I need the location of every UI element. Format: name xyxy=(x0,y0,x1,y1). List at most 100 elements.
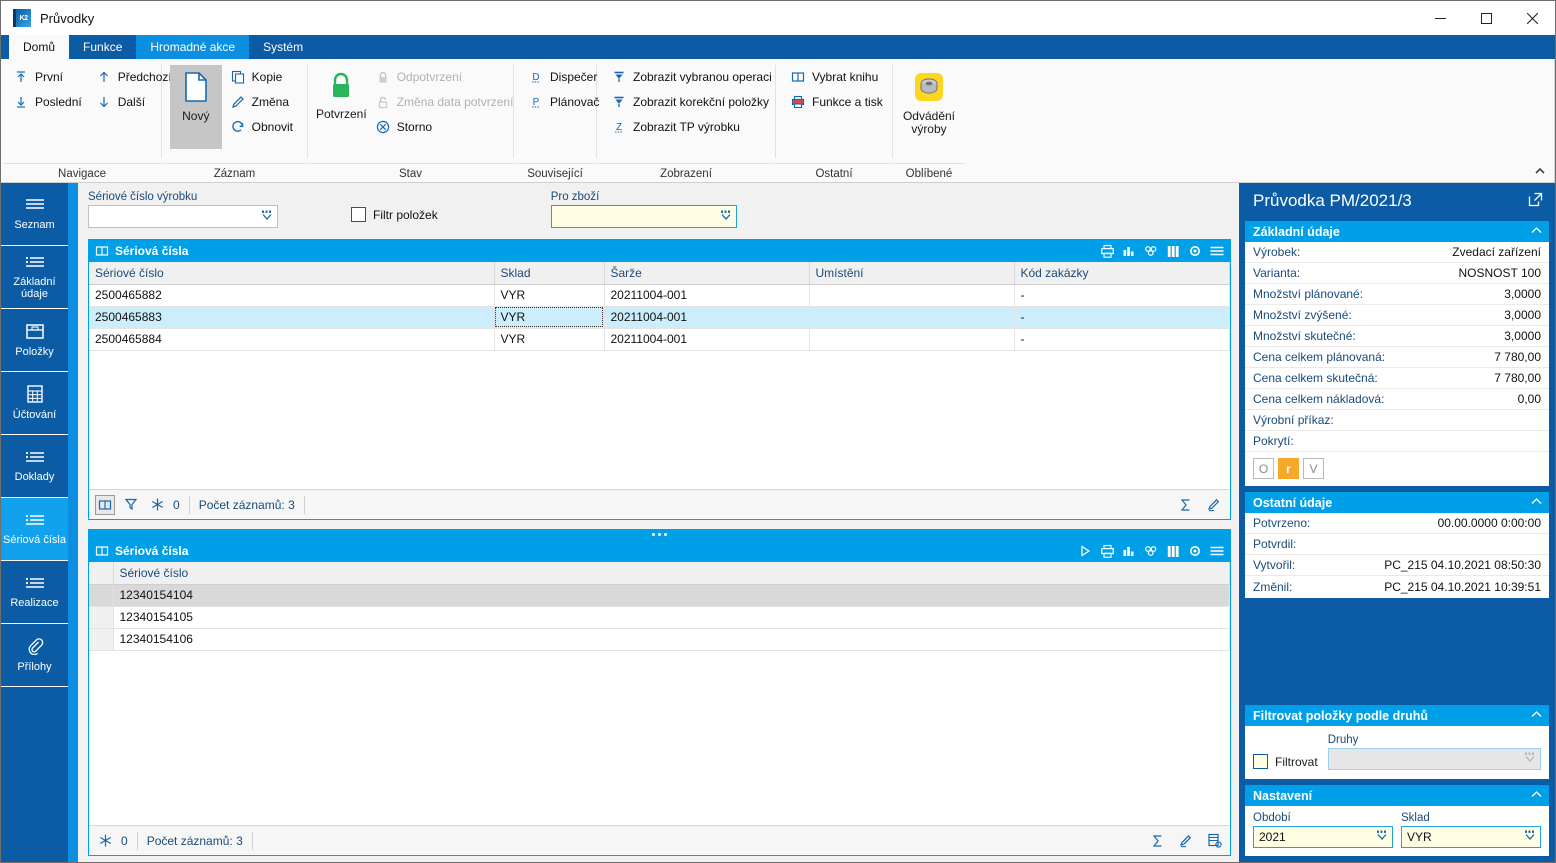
sidebar-item-seriova-cisla[interactable]: Sériová čísla xyxy=(1,498,68,561)
cell-seriove-cislo[interactable]: 2500465883 xyxy=(89,306,495,329)
badge-o[interactable]: O xyxy=(1253,458,1274,479)
gear-icon[interactable] xyxy=(1186,242,1204,260)
pivot-icon[interactable] xyxy=(1142,542,1160,560)
maximize-button[interactable] xyxy=(1463,1,1509,35)
lookup-dropdown-icon[interactable] xyxy=(1522,829,1538,845)
ribbon-item-zmena[interactable]: Změna xyxy=(224,90,299,114)
row-indicator[interactable] xyxy=(89,606,114,629)
goods-input[interactable] xyxy=(550,205,737,228)
cell-kod-zakazky[interactable]: - xyxy=(1014,328,1230,351)
badge-r[interactable]: r xyxy=(1278,458,1299,479)
ribbon-item-storno[interactable]: Storno xyxy=(369,115,520,139)
lookup-dropdown-icon[interactable] xyxy=(259,209,275,225)
ribbon-item-kopie[interactable]: Kopie xyxy=(224,65,299,89)
filtrovat-checkbox-wrap[interactable]: Filtrovat xyxy=(1253,754,1318,770)
row-indicator[interactable] xyxy=(89,628,114,651)
gear-icon[interactable] xyxy=(1186,542,1204,560)
sidebar-item-prilohy[interactable]: Přílohy xyxy=(1,624,68,687)
ribbon-item-odpotvrzeni[interactable]: Odpotvrzení xyxy=(369,65,520,89)
ribbon-item-zobrazit-vybranou-operaci[interactable]: Zobrazit vybranou operaci xyxy=(605,65,778,89)
chevron-up-icon[interactable] xyxy=(1534,166,1546,178)
table-row[interactable]: 2500465883 VYR 20211004-001 - xyxy=(89,306,1230,329)
cell-seriove-cislo[interactable]: 12340154104 xyxy=(113,584,1230,607)
cell-sklad[interactable]: VYR xyxy=(494,328,605,351)
column-header-seriove-cislo[interactable]: Sériové číslo xyxy=(113,562,1230,585)
cell-sklad[interactable]: VYR xyxy=(494,306,605,329)
section-header[interactable]: Základní údaje xyxy=(1245,221,1549,242)
serial-number-input[interactable] xyxy=(88,205,278,228)
cell-umisteni[interactable] xyxy=(809,328,1015,351)
menu-icon[interactable] xyxy=(1208,542,1226,560)
ribbon-item-prvni[interactable]: První xyxy=(7,65,88,89)
columns-icon[interactable] xyxy=(1164,242,1182,260)
sidebar-item-zakladni-udaje[interactable]: Základní údaje xyxy=(1,246,68,309)
cell-seriove-cislo[interactable]: 2500465882 xyxy=(89,284,495,307)
obdobi-input[interactable]: 2021 xyxy=(1253,826,1393,848)
bar-chart-icon[interactable] xyxy=(1120,542,1138,560)
table-row[interactable]: 12340154104 xyxy=(89,584,1230,607)
bar-chart-icon[interactable] xyxy=(1120,242,1138,260)
tab-system[interactable]: Systém xyxy=(249,35,317,59)
chevron-up-icon[interactable] xyxy=(1530,497,1543,509)
cell-seriove-cislo[interactable]: 2500465884 xyxy=(89,328,495,351)
section-header[interactable]: Filtrovat položky podle druhů xyxy=(1245,705,1549,726)
column-header-seriove-cislo[interactable]: Sériové číslo xyxy=(89,262,495,285)
column-header-kod-zakazky[interactable]: Kód zakázky xyxy=(1014,262,1230,285)
cell-seriove-cislo[interactable]: 12340154106 xyxy=(113,628,1230,651)
snowflake-icon[interactable] xyxy=(147,495,167,515)
book-view-icon[interactable] xyxy=(95,494,115,515)
tab-domu[interactable]: Domů xyxy=(9,35,70,59)
cell-sarze[interactable]: 20211004-001 xyxy=(604,284,810,307)
top-grid[interactable]: Sériové číslo Sklad Šarže Umístění Kód z… xyxy=(89,262,1230,489)
chevron-up-icon[interactable] xyxy=(1530,790,1543,802)
ribbon-button-odvadeni-vyroby[interactable]: Odvádění výroby xyxy=(901,65,957,149)
table-row[interactable]: 12340154105 xyxy=(89,606,1230,629)
section-header[interactable]: Nastavení xyxy=(1245,785,1549,806)
columns-icon[interactable] xyxy=(1164,542,1182,560)
ribbon-button-novy[interactable]: Nový xyxy=(170,65,222,149)
sidebar-item-uctovani[interactable]: Účtování xyxy=(1,372,68,435)
tab-hromadne-akce[interactable]: Hromadné akce xyxy=(136,35,250,59)
filter-icon[interactable] xyxy=(121,495,141,515)
play-icon[interactable] xyxy=(1076,542,1094,560)
pencil-icon[interactable] xyxy=(1176,831,1196,851)
ribbon-item-funkce-a-tisk[interactable]: Funkce a tisk xyxy=(784,90,889,114)
column-header-umisteni[interactable]: Umístění xyxy=(809,262,1015,285)
table-row[interactable]: 12340154106 xyxy=(89,628,1230,651)
pivot-icon[interactable] xyxy=(1142,242,1160,260)
sigma-icon[interactable] xyxy=(1148,831,1168,851)
menu-icon[interactable] xyxy=(1208,242,1226,260)
open-external-icon[interactable] xyxy=(1528,192,1543,210)
cell-umisteni[interactable] xyxy=(809,284,1015,307)
snowflake-icon[interactable] xyxy=(95,831,115,851)
bottom-grid[interactable]: Sériové číslo 12340154104 12340154105 12… xyxy=(89,562,1230,825)
tab-funkce[interactable]: Funkce xyxy=(69,35,136,59)
ribbon-button-potvrzeni[interactable]: Potvrzení xyxy=(316,65,367,149)
filtrovat-checkbox[interactable] xyxy=(1253,754,1268,769)
row-indicator[interactable] xyxy=(89,584,114,607)
sklad-input[interactable]: VYR xyxy=(1401,826,1541,848)
sidebar-item-realizace[interactable]: Realizace xyxy=(1,561,68,624)
close-button[interactable] xyxy=(1509,1,1555,35)
ribbon-item-obnovit[interactable]: Obnovit xyxy=(224,115,299,139)
pencil-icon[interactable] xyxy=(1204,495,1224,515)
lookup-dropdown-icon[interactable] xyxy=(1374,829,1390,845)
table-row[interactable]: 2500465884 VYR 20211004-001 - xyxy=(89,328,1230,351)
chevron-up-icon[interactable] xyxy=(1530,710,1543,722)
grid-splitter[interactable] xyxy=(88,529,1231,539)
ribbon-item-zmena-data-potvrzeni[interactable]: Změna data potvrzení xyxy=(369,90,520,114)
sidebar-item-seznam[interactable]: Seznam xyxy=(1,183,68,246)
ribbon-item-zobrazit-korekcni-polozky[interactable]: Zobrazit korekční položky xyxy=(605,90,778,114)
filter-items-checkbox-wrap[interactable]: Filtr položek xyxy=(351,207,438,222)
grid-doc-icon[interactable] xyxy=(1204,831,1224,851)
cell-seriove-cislo[interactable]: 12340154105 xyxy=(113,606,1230,629)
cell-sarze[interactable]: 20211004-001 xyxy=(604,328,810,351)
sidebar-item-polozky[interactable]: Položky xyxy=(1,309,68,372)
column-header-sklad[interactable]: Sklad xyxy=(494,262,605,285)
ribbon-item-dispecer[interactable]: D Dispečer xyxy=(522,65,605,89)
table-row[interactable]: 2500465882 VYR 20211004-001 - xyxy=(89,284,1230,307)
cell-sarze[interactable]: 20211004-001 xyxy=(604,306,810,329)
printer-icon[interactable] xyxy=(1098,542,1116,560)
sidebar-item-doklady[interactable]: Doklady xyxy=(1,435,68,498)
lookup-dropdown-icon[interactable] xyxy=(1522,751,1538,767)
